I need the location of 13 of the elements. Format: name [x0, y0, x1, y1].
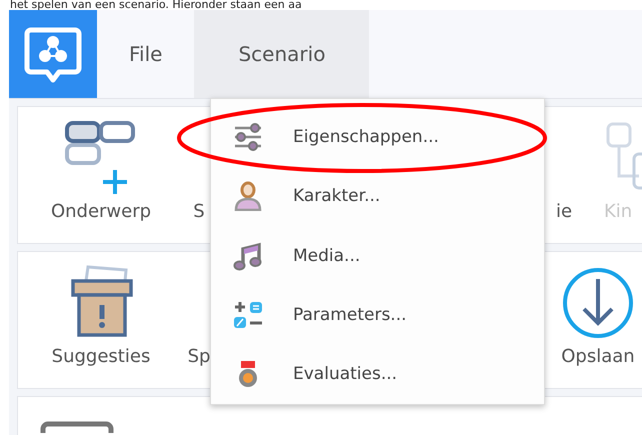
calculator-signs-icon [233, 300, 263, 330]
person-icon [233, 181, 263, 212]
toolbar-button[interactable]: ie [546, 107, 582, 243]
toolbar-button[interactable]: Opslaan [548, 252, 642, 388]
caption-text: het spelen van een scenario. Hieronder staan een aa [9, 0, 303, 10]
music-note-icon [233, 240, 263, 271]
toolbar-button[interactable]: Onderwerp [26, 107, 176, 243]
menu-tab[interactable]: Scenario [194, 10, 370, 98]
sliders-icon [233, 122, 263, 152]
toolbar-button[interactable]: Suggesties [26, 252, 176, 388]
rounded-rect-icon [40, 421, 114, 433]
menu-tab[interactable]: File [97, 10, 194, 98]
app-logo[interactable] [9, 10, 97, 98]
